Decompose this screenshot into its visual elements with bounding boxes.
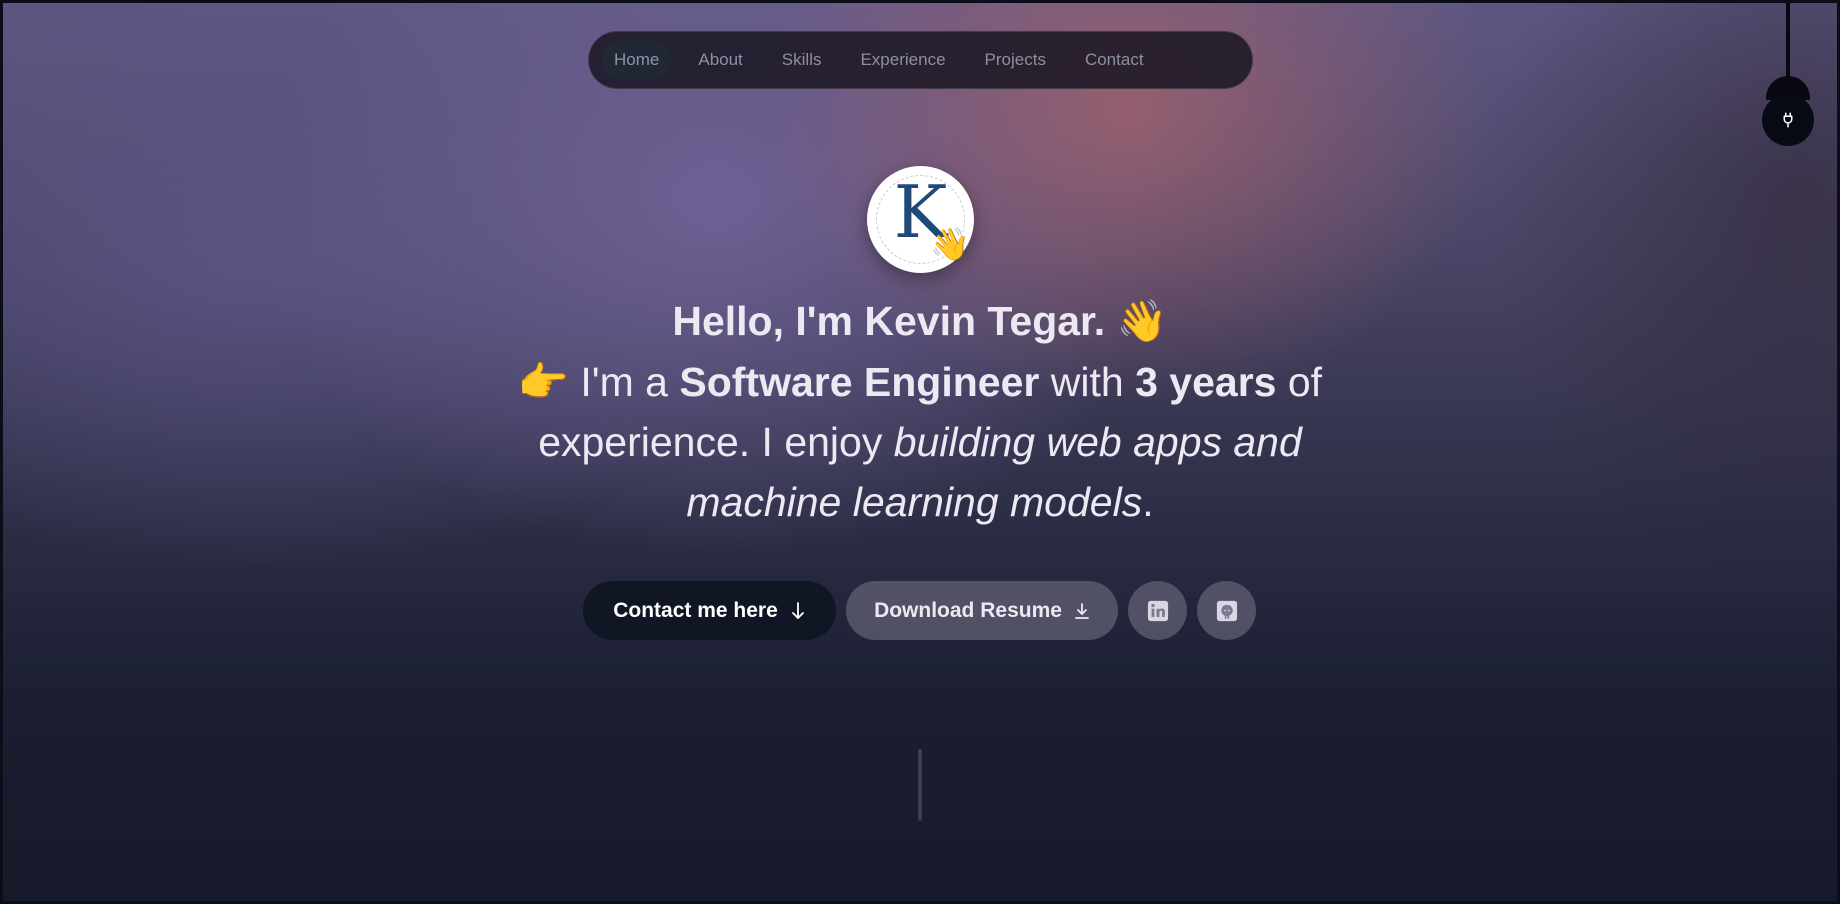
intro-prefix: I'm a	[580, 359, 668, 405]
hero-description: 👉 I'm a Software Engineer with 3 years o…	[470, 352, 1370, 532]
role-text: Software Engineer	[679, 359, 1040, 405]
avatar: K 👋	[867, 166, 974, 273]
period-text: .	[1142, 479, 1154, 525]
main-nav: Home About Skills Experience Projects Co…	[588, 31, 1253, 89]
with-text: with	[1050, 359, 1124, 405]
nav-about[interactable]: About	[685, 40, 755, 80]
download-resume-button[interactable]: Download Resume	[846, 581, 1118, 640]
nav-projects[interactable]: Projects	[972, 40, 1059, 80]
hero-actions: Contact me here Download Resume	[583, 581, 1256, 640]
arrow-down-icon	[790, 601, 806, 621]
contact-button-label: Contact me here	[613, 598, 778, 622]
github-icon	[1216, 600, 1237, 621]
download-icon	[1074, 602, 1090, 620]
hero-background-shade	[1320, 0, 1840, 700]
nav-experience[interactable]: Experience	[847, 40, 958, 80]
contact-me-button[interactable]: Contact me here	[583, 581, 836, 640]
linkedin-button[interactable]	[1128, 581, 1187, 640]
hero-intro: Hello, I'm Kevin Tegar. 👋 👉 I'm a Softwa…	[470, 290, 1370, 532]
years-text: 3 years	[1135, 359, 1277, 405]
hero-title: Hello, I'm Kevin Tegar. 👋	[470, 290, 1370, 352]
linkedin-icon	[1147, 600, 1168, 621]
lightbulb-icon	[1783, 112, 1793, 128]
lamp-cord	[1786, 0, 1790, 80]
theme-toggle-button[interactable]	[1762, 94, 1814, 146]
greeting-wave-icon: 👋	[1116, 298, 1168, 344]
nav-home[interactable]: Home	[601, 40, 673, 80]
resume-button-label: Download Resume	[874, 598, 1062, 622]
scroll-indicator[interactable]	[918, 749, 922, 821]
nav-contact[interactable]: Contact	[1072, 40, 1157, 80]
greeting-text: Hello, I'm Kevin Tegar.	[672, 298, 1106, 344]
waving-hand-icon: 👋	[930, 226, 970, 262]
nav-skills[interactable]: Skills	[769, 40, 835, 80]
github-button[interactable]	[1197, 581, 1256, 640]
pointing-hand-icon: 👉	[517, 359, 569, 405]
